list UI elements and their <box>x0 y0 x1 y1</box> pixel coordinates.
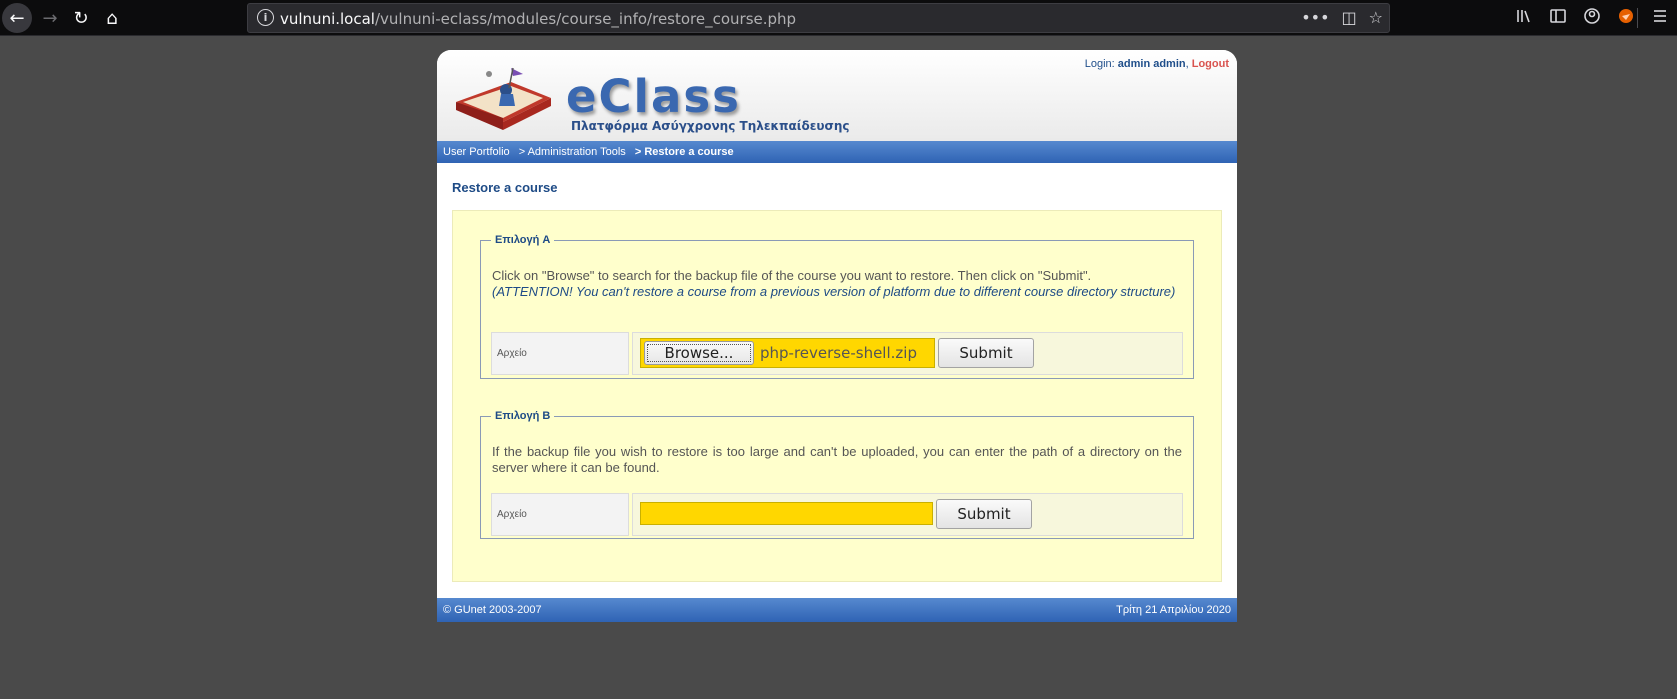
sidebar-icon[interactable] <box>1549 7 1567 29</box>
extension-icon[interactable] <box>1617 7 1635 29</box>
breadcrumb: User Portfolio > Administration Tools > … <box>437 141 1237 163</box>
home-icon[interactable]: ⌂ <box>97 3 127 33</box>
option-b-legend: Επιλογή B <box>495 410 551 422</box>
login-info: Login: admin admin, Logout <box>1085 58 1229 70</box>
page-actions-icon[interactable]: ••• <box>1301 8 1329 27</box>
option-b-field-label: Αρχείο <box>491 493 629 536</box>
site-footer: © GUnet 2003-2007 Τρίτη 21 Απριλίου 2020 <box>437 598 1237 622</box>
site-subtitle: Πλατφόρμα Ασύγχρονης Τηλεκπαίδευσης <box>571 119 850 133</box>
option-a-field-label: Αρχείο <box>491 332 629 375</box>
option-b-input-cell: Submit <box>632 493 1183 536</box>
option-a-attention: (ATTENTION! You can't restore a course f… <box>492 284 1176 299</box>
menu-icon[interactable] <box>1651 7 1669 29</box>
option-b-fieldset: Επιλογή B If the backup file you wish to… <box>480 410 1194 539</box>
site-title: eClass <box>566 70 741 123</box>
reload-icon[interactable]: ↻ <box>66 3 96 33</box>
breadcrumb-user-portfolio[interactable]: User Portfolio <box>443 146 510 158</box>
url-actions: ••• ◫ ☆ <box>1301 8 1383 27</box>
option-b-form-row: Αρχείο Submit <box>491 493 1183 536</box>
directory-path-input[interactable] <box>640 502 933 525</box>
eclass-page: eClass Πλατφόρμα Ασύγχρονης Τηλεκπαίδευσ… <box>437 50 1237 622</box>
login-user: admin admin <box>1117 58 1186 70</box>
browse-button[interactable]: Browse... <box>644 341 754 365</box>
url-text[interactable]: vulnuni.local/vulnuni-eclass/modules/cou… <box>280 10 796 28</box>
login-label: Login: <box>1084 58 1115 70</box>
logout-link[interactable]: Logout <box>1192 58 1229 70</box>
site-header: eClass Πλατφόρμα Ασύγχρονης Τηλεκπαίδευσ… <box>437 50 1237 141</box>
account-icon[interactable] <box>1583 7 1601 29</box>
toolbar-right <box>1515 7 1669 29</box>
path-submit-button[interactable]: Submit <box>936 499 1032 529</box>
breadcrumb-current: > Restore a course <box>634 146 734 158</box>
browser-toolbar: ← → ↻ ⌂ i vulnuni.local/vulnuni-eclass/m… <box>0 0 1677 36</box>
option-a-input-cell: Browse... php-reverse-shell.zip Submit <box>632 332 1183 375</box>
selected-file-name: php-reverse-shell.zip <box>760 344 917 362</box>
library-icon[interactable] <box>1515 7 1533 29</box>
forward-arrow-icon[interactable]: → <box>35 3 65 33</box>
file-upload-input[interactable]: Browse... php-reverse-shell.zip <box>640 338 935 368</box>
option-a-form-row: Αρχείο Browse... php-reverse-shell.zip S… <box>491 332 1183 375</box>
eclass-logo-icon <box>456 67 551 130</box>
address-bar[interactable]: i vulnuni.local/vulnuni-eclass/modules/c… <box>247 3 1390 33</box>
footer-copyright: © GUnet 2003-2007 <box>443 604 542 616</box>
option-a-description: Click on "Browse" to search for the back… <box>492 268 1182 300</box>
option-a-legend: Επιλογή A <box>495 234 551 246</box>
pocket-icon[interactable]: ◫ <box>1342 8 1357 27</box>
url-domain: vulnuni.local <box>280 10 375 28</box>
option-a-fieldset: Επιλογή A Click on "Browse" to search fo… <box>480 234 1194 379</box>
bookmark-star-icon[interactable]: ☆ <box>1369 8 1383 27</box>
upload-submit-button[interactable]: Submit <box>938 338 1034 368</box>
restore-content: Επιλογή A Click on "Browse" to search fo… <box>452 210 1222 582</box>
option-b-description: If the backup file you wish to restore i… <box>492 444 1182 475</box>
breadcrumb-admin-tools[interactable]: > Administration Tools <box>519 146 626 158</box>
back-arrow-icon[interactable]: ← <box>2 3 32 33</box>
page-title: Restore a course <box>452 180 558 195</box>
toolbar-divider <box>1637 8 1638 28</box>
url-path: /vulnuni-eclass/modules/course_info/rest… <box>374 10 797 28</box>
option-a-instructions: Click on "Browse" to search for the back… <box>492 268 1092 283</box>
info-icon[interactable]: i <box>257 9 274 26</box>
footer-date: Τρίτη 21 Απριλίου 2020 <box>1116 604 1231 616</box>
login-separator: , <box>1185 58 1189 70</box>
